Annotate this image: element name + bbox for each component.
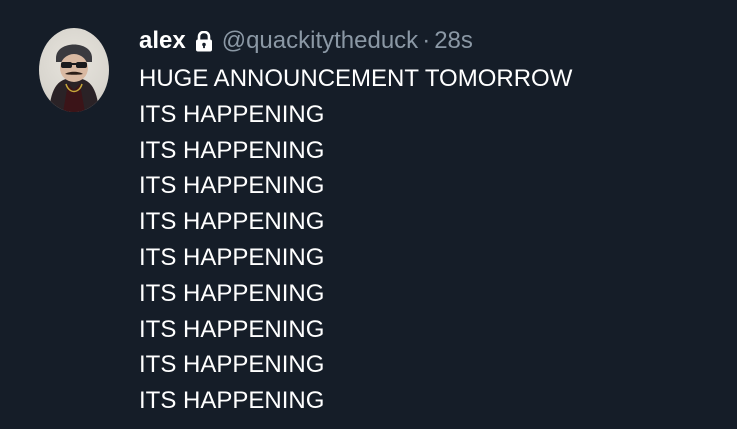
tweet-header: alex @quackitytheduck · 28s: [139, 25, 473, 57]
user-handle[interactable]: @quackitytheduck: [222, 27, 418, 55]
separator-dot: ·: [422, 27, 431, 54]
tweet-line: ITS HAPPENING: [139, 387, 325, 415]
avatar[interactable]: [39, 28, 109, 112]
tweet-line: ITS HAPPENING: [139, 208, 325, 236]
tweet-line: ITS HAPPENING: [139, 351, 325, 379]
tweet-line: HUGE ANNOUNCEMENT TOMORROW: [139, 65, 573, 92]
tweet-line: ITS HAPPENING: [139, 136, 325, 164]
tweet-text: HUGE ANNOUNCEMENT TOMORROW ITS HAPPENING…: [139, 61, 719, 419]
tweet-line: ITS HAPPENING: [139, 243, 325, 271]
display-name[interactable]: alex: [139, 27, 186, 55]
tweet-line: ITS HAPPENING: [139, 279, 325, 307]
lock-icon: [195, 30, 213, 52]
tweet[interactable]: alex @quackitytheduck · 28s HUGE ANNOUNC…: [0, 0, 737, 429]
tweet-line: ITS HAPPENING: [139, 315, 325, 343]
tweet-line: ITS HAPPENING: [139, 172, 325, 200]
tweet-line: ITS HAPPENING: [139, 100, 325, 128]
timestamp[interactable]: 28s: [434, 27, 473, 55]
